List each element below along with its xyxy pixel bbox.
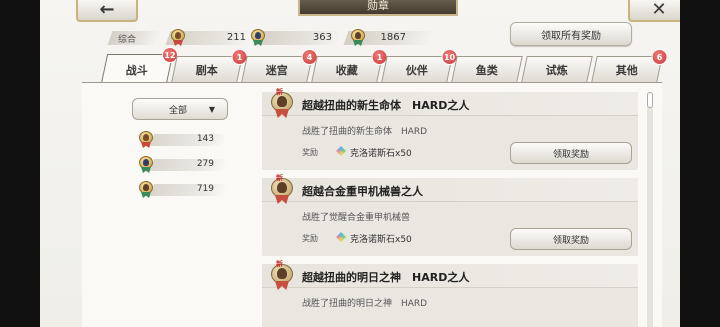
tab-fish[interactable]: 鱼类 — [451, 56, 523, 82]
medal-card: 新 超越扭曲的新生命体 HARD之人 战胜了扭曲的新生命体 HARD 奖励 克洛… — [262, 88, 638, 170]
filter-bronze-row[interactable]: 719 — [138, 181, 229, 198]
medal-description: 战胜了扭曲的明日之神 HARD — [302, 299, 428, 309]
bronze-count: 1867 — [380, 32, 406, 43]
new-tag: 新 — [276, 174, 283, 182]
tab-dungeon[interactable]: 迷宫 4 — [241, 49, 318, 82]
gold-medal-icon — [138, 131, 154, 148]
claim-all-button[interactable]: 领取所有奖励 — [510, 22, 632, 46]
stats-label: 综合 — [118, 35, 137, 45]
screen-bezel-right — [680, 0, 720, 327]
scrollbar-thumb[interactable] — [647, 92, 653, 108]
list-scrollbar[interactable] — [647, 92, 653, 327]
close-icon: ✕ — [651, 0, 667, 20]
tab-companion[interactable]: 伙伴 10 — [381, 49, 458, 82]
medal-description: 战胜了扭曲的新生命体 HARD — [302, 127, 428, 137]
medal-icon: 新 — [270, 260, 294, 290]
filter-selected-value: 全部 — [169, 105, 188, 116]
tab-collection[interactable]: 收藏 1 — [311, 49, 388, 82]
medal-stats: 综合 211 363 1867 — [107, 29, 530, 46]
medal-title: 超越扭曲的明日之神 HARD之人 — [302, 271, 470, 284]
new-tag: 新 — [276, 88, 283, 96]
reward-text: 克洛诺斯石x50 — [350, 149, 412, 159]
chevron-down-icon: ▼ — [208, 104, 215, 114]
medal-title: 超越扭曲的新生命体 HARD之人 — [302, 99, 470, 112]
gold-medal-icon — [170, 29, 186, 46]
bronze-medal-icon — [350, 29, 366, 46]
reward-text: 克洛诺斯石x50 — [350, 235, 412, 245]
page-title: 勋章 — [298, 0, 458, 16]
silver-filter-count: 279 — [196, 159, 214, 169]
medal-screen: ← 勋章 ✕ 综合 211 363 1867 领取所有奖励 战斗 12 剧本 1… — [40, 0, 680, 327]
reward-label: 奖励 — [302, 148, 318, 157]
medal-description: 战胜了觉醒合金重甲机械兽 — [302, 213, 411, 223]
claim-reward-button[interactable]: 领取奖励 — [510, 228, 632, 250]
new-tag: 新 — [276, 260, 283, 268]
gold-filter-count: 143 — [196, 134, 214, 144]
medal-icon: 新 — [270, 174, 294, 204]
filter-silver-row[interactable]: 279 — [138, 156, 229, 173]
bronze-filter-count: 719 — [196, 184, 214, 194]
tab-badge: 6 — [651, 49, 668, 65]
silver-medal-icon — [250, 29, 266, 46]
bronze-medal-icon — [138, 181, 154, 198]
tab-battle[interactable]: 战斗 12 — [100, 47, 178, 84]
tab-scenario[interactable]: 剧本 1 — [171, 49, 248, 82]
arrow-left-icon: ← — [99, 0, 115, 20]
gold-count: 211 — [226, 32, 246, 43]
medal-card: 新 超越扭曲的明日之神 HARD之人 战胜了扭曲的明日之神 HARD — [262, 260, 638, 327]
tab-trial[interactable]: 试炼 — [521, 56, 593, 82]
back-button[interactable]: ← — [76, 0, 138, 22]
silver-count: 363 — [312, 32, 332, 43]
claim-reward-button[interactable]: 领取奖励 — [510, 142, 632, 164]
screen-bezel-left — [0, 0, 40, 327]
reward-label: 奖励 — [302, 234, 318, 243]
filter-gold-row[interactable]: 143 — [138, 131, 229, 148]
close-button[interactable]: ✕ — [628, 0, 680, 22]
medal-card: 新 超越合金重甲机械兽之人 战胜了觉醒合金重甲机械兽 奖励 克洛诺斯石x50 领… — [262, 174, 638, 256]
medal-filter-dropdown[interactable]: 全部 ▼ — [132, 98, 228, 120]
tab-other[interactable]: 其他 6 — [591, 49, 668, 82]
chronos-stone-icon — [336, 146, 346, 156]
chronos-stone-icon — [336, 232, 346, 242]
medal-icon: 新 — [270, 88, 294, 118]
category-tabs: 战斗 12 剧本 1 迷宫 4 收藏 1 伙伴 10 鱼类 试炼 其他 6 — [98, 47, 678, 84]
silver-medal-icon — [138, 156, 154, 173]
medal-title: 超越合金重甲机械兽之人 — [302, 185, 423, 198]
